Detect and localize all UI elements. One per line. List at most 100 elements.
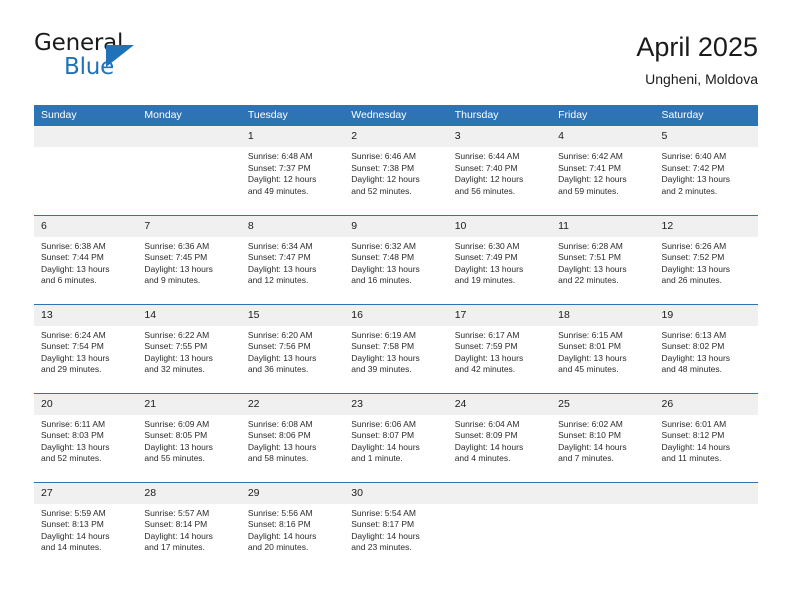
sunset-time: Sunset: 7:45 PM (144, 252, 208, 263)
day-details: Sunrise: 6:19 AM Sunset: 7:58 PM Daylight:… (344, 326, 447, 376)
calendar-day-cell[interactable]: 3 Sunrise: 6:44 AM Sunset: 7:40 PM Daylight… (447, 126, 552, 215)
daylight-duration-line2: and 7 minutes. (558, 453, 614, 464)
sunset-time: Sunset: 8:10 PM (558, 430, 621, 441)
day-details: Sunrise: 5:59 AM Sunset: 8:13 PM Daylight:… (34, 504, 137, 554)
day-details: Sunrise: 6:32 AM Sunset: 7:48 PM Daylight:… (344, 237, 447, 287)
sunrise-time: Sunrise: 6:42 AM (558, 151, 623, 161)
calendar-day-cell[interactable]: 19 Sunrise: 6:13 AM Sunset: 8:02 PM Dayligh… (654, 303, 758, 393)
daylight-duration-line2: and 14 minutes. (41, 542, 102, 553)
daylight-duration-line2: and 1 minute. (351, 453, 403, 464)
calendar-week-row: 20 Sunrise: 6:11 AM Sunset: 8:03 PM Dayligh… (34, 392, 758, 482)
calendar-day-cell[interactable]: 18 Sunrise: 6:15 AM Sunset: 8:01 PM Dayligh… (551, 303, 655, 393)
calendar-day-cell[interactable]: 22 Sunrise: 6:08 AM Sunset: 8:06 PM Dayligh… (240, 392, 345, 482)
calendar-page: General Blue April 2025 Ungheni, Moldova… (0, 0, 792, 612)
calendar-day-cell[interactable]: 24 Sunrise: 6:04 AM Sunset: 8:09 PM Dayligh… (447, 392, 552, 482)
daylight-duration-line1: Daylight: 13 hours (454, 352, 524, 363)
brand-logo[interactable]: General Blue (34, 30, 284, 90)
day-number: 22 (240, 393, 345, 415)
calendar-body: 1 Sunrise: 6:48 AM Sunset: 7:37 PM Daylight… (34, 126, 758, 571)
calendar-day-cell[interactable]: 4 Sunrise: 6:42 AM Sunset: 7:41 PM Daylight… (551, 126, 655, 215)
sunset-time: Sunset: 8:01 PM (558, 341, 621, 352)
daylight-duration-line1: Daylight: 13 hours (558, 352, 627, 363)
calendar-day-cell[interactable]: 6 Sunrise: 6:38 AM Sunset: 7:44 PM Daylight… (34, 214, 138, 304)
calendar-day-cell[interactable]: 21 Sunrise: 6:09 AM Sunset: 8:05 PM Dayligh… (137, 392, 241, 482)
day-number: 7 (137, 215, 241, 237)
calendar-day-cell[interactable]: 12 Sunrise: 6:26 AM Sunset: 7:52 PM Dayligh… (654, 214, 758, 304)
calendar-day-cell[interactable]: 15 Sunrise: 6:20 AM Sunset: 7:56 PM Dayligh… (240, 303, 345, 393)
calendar-day-cell[interactable]: 11 Sunrise: 6:28 AM Sunset: 7:51 PM Dayligh… (551, 214, 655, 304)
day-details: Sunrise: 6:06 AM Sunset: 8:07 PM Daylight:… (344, 415, 447, 465)
calendar-day-cell[interactable]: 25 Sunrise: 6:02 AM Sunset: 8:10 PM Dayligh… (551, 392, 655, 482)
daylight-duration-line2: and 29 minutes. (41, 364, 102, 375)
calendar-day-cell[interactable]: 28 Sunrise: 5:57 AM Sunset: 8:14 PM Dayligh… (137, 481, 241, 571)
weekday-header-sunday: Sunday (34, 105, 138, 126)
sunset-time: Sunset: 8:03 PM (41, 430, 104, 441)
daylight-duration-line1: Daylight: 13 hours (41, 263, 110, 274)
day-number: 26 (654, 393, 758, 415)
day-details: Sunrise: 6:34 AM Sunset: 7:47 PM Daylight:… (241, 237, 344, 287)
sunset-time: Sunset: 8:06 PM (247, 430, 311, 441)
daylight-duration-line2: and 11 minutes. (661, 453, 722, 464)
day-details: Sunrise: 6:30 AM Sunset: 7:49 PM Daylight:… (448, 237, 551, 287)
daylight-duration-line2: and 55 minutes. (144, 453, 205, 464)
sunrise-time: Sunrise: 6:13 AM (661, 329, 727, 340)
calendar-day-cell[interactable]: 10 Sunrise: 6:30 AM Sunset: 7:49 PM Dayligh… (447, 214, 552, 304)
sunrise-time: Sunrise: 6:02 AM (558, 418, 623, 429)
sunrise-time: Sunrise: 6:19 AM (351, 329, 416, 340)
calendar-day-cell[interactable]: 23 Sunrise: 6:06 AM Sunset: 8:07 PM Dayligh… (344, 392, 448, 482)
calendar-day-cell[interactable]: 2 Sunrise: 6:46 AM Sunset: 7:38 PM Daylight… (344, 126, 448, 215)
day-number (137, 126, 241, 147)
calendar-day-cell[interactable]: 27 Sunrise: 5:59 AM Sunset: 8:13 PM Dayligh… (34, 481, 138, 571)
calendar-day-cell[interactable]: 30 Sunrise: 5:54 AM Sunset: 8:17 PM Dayligh… (344, 481, 448, 571)
day-number: 4 (551, 126, 655, 147)
day-number: 5 (654, 126, 758, 147)
day-number: 30 (344, 482, 448, 504)
day-details: Sunrise: 6:26 AM Sunset: 7:52 PM Daylight:… (655, 237, 758, 287)
daylight-duration-line2: and 39 minutes. (351, 364, 412, 375)
calendar-week-row: 13 Sunrise: 6:24 AM Sunset: 7:54 PM Dayligh… (34, 303, 758, 393)
daylight-duration-line2: and 20 minutes. (247, 542, 309, 553)
day-number (447, 482, 552, 504)
weekday-header-tuesday: Tuesday (240, 105, 345, 126)
calendar-day-cell[interactable]: 13 Sunrise: 6:24 AM Sunset: 7:54 PM Dayligh… (34, 303, 138, 393)
daylight-duration-line1: Daylight: 13 hours (351, 352, 420, 363)
calendar-day-cell[interactable]: 14 Sunrise: 6:22 AM Sunset: 7:55 PM Dayligh… (137, 303, 241, 393)
daylight-duration-line2: and 4 minutes. (454, 453, 511, 464)
daylight-duration-line1: Daylight: 13 hours (247, 352, 317, 363)
day-details: Sunrise: 5:57 AM Sunset: 8:14 PM Daylight:… (137, 504, 240, 554)
day-details: Sunrise: 6:11 AM Sunset: 8:03 PM Daylight:… (34, 415, 137, 465)
day-details: Sunrise: 6:24 AM Sunset: 7:54 PM Daylight:… (34, 326, 137, 376)
sunset-time: Sunset: 7:49 PM (454, 252, 518, 263)
page-title: April 2025 (636, 32, 758, 62)
sunrise-time: Sunrise: 6:30 AM (454, 240, 520, 251)
day-details: Sunrise: 6:44 AM Sunset: 7:40 PM Daylight:… (448, 147, 551, 197)
calendar-day-cell (137, 126, 241, 215)
daylight-duration-line2: and 9 minutes. (144, 275, 201, 286)
daylight-duration-line1: Daylight: 14 hours (351, 441, 420, 452)
calendar-day-cell[interactable]: 8 Sunrise: 6:34 AM Sunset: 7:47 PM Daylight… (240, 214, 345, 304)
daylight-duration-line1: Daylight: 13 hours (144, 263, 213, 274)
sunrise-time: Sunrise: 6:01 AM (661, 418, 727, 429)
calendar-day-cell[interactable]: 29 Sunrise: 5:56 AM Sunset: 8:16 PM Dayligh… (240, 481, 345, 571)
daylight-duration-line2: and 26 minutes. (661, 275, 723, 286)
calendar-day-cell[interactable]: 5 Sunrise: 6:40 AM Sunset: 7:42 PM Daylight… (654, 126, 758, 215)
sunrise-time: Sunrise: 6:36 AM (144, 240, 210, 251)
day-number: 19 (654, 304, 758, 326)
daylight-duration-line1: Daylight: 12 hours (558, 174, 627, 185)
daylight-duration-line2: and 52 minutes. (351, 185, 412, 196)
calendar-day-cell[interactable]: 16 Sunrise: 6:19 AM Sunset: 7:58 PM Dayligh… (344, 303, 448, 393)
calendar-day-cell[interactable]: 20 Sunrise: 6:11 AM Sunset: 8:03 PM Dayligh… (34, 392, 138, 482)
day-details: Sunrise: 6:20 AM Sunset: 7:56 PM Daylight:… (241, 326, 344, 376)
day-number: 20 (34, 393, 138, 415)
day-number (551, 482, 655, 504)
day-details: Sunrise: 6:09 AM Sunset: 8:05 PM Daylight:… (137, 415, 240, 465)
calendar-day-cell[interactable]: 9 Sunrise: 6:32 AM Sunset: 7:48 PM Daylight… (344, 214, 448, 304)
calendar-day-cell[interactable]: 7 Sunrise: 6:36 AM Sunset: 7:45 PM Daylight… (137, 214, 241, 304)
sunset-time: Sunset: 7:37 PM (247, 162, 311, 173)
calendar-day-cell[interactable]: 26 Sunrise: 6:01 AM Sunset: 8:12 PM Dayligh… (654, 392, 758, 482)
calendar-day-cell[interactable]: 17 Sunrise: 6:17 AM Sunset: 7:59 PM Dayligh… (447, 303, 552, 393)
daylight-duration-line2: and 49 minutes. (247, 185, 309, 196)
daylight-duration-line2: and 6 minutes. (41, 275, 97, 286)
daylight-duration-line1: Daylight: 14 hours (661, 441, 731, 452)
calendar-day-cell[interactable]: 1 Sunrise: 6:48 AM Sunset: 7:37 PM Daylight… (240, 126, 345, 215)
